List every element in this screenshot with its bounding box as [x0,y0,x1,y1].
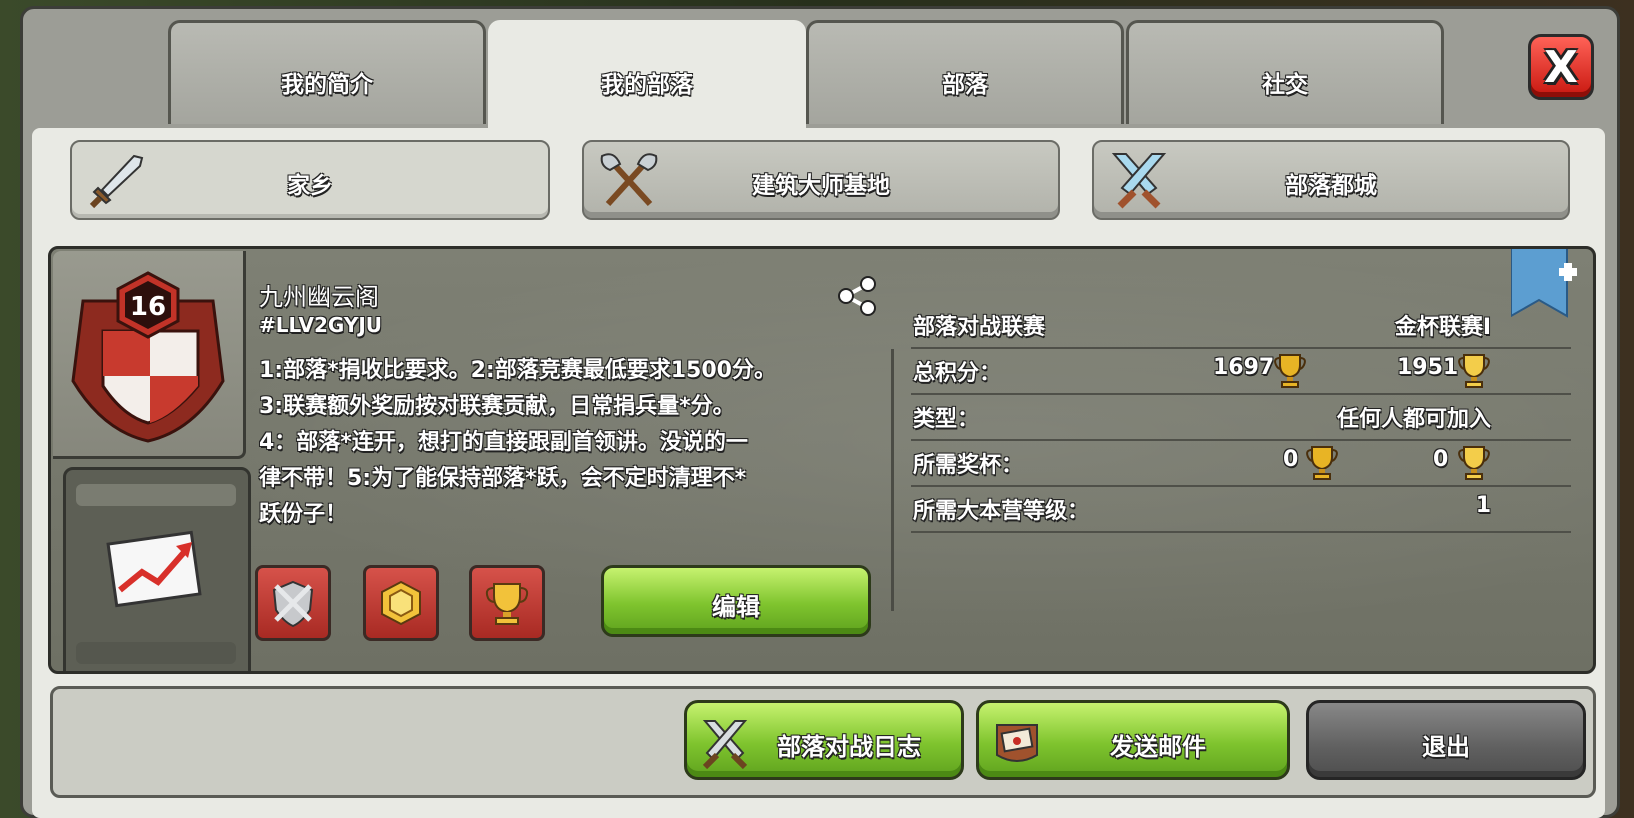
subtab-builder-base[interactable]: 建筑大师基地 [582,140,1060,220]
trophy-icon [1274,354,1306,388]
required-town-hall-label: 所需大本营等级： [913,499,1090,524]
clan-games-button[interactable] [363,565,439,641]
trophy-cup-icon [485,583,529,625]
war-league-value: 金杯联赛I [1394,315,1491,340]
info-row-required-town-hall: 所需大本营等级： 1 [911,485,1571,533]
clan-stats-button[interactable] [63,467,251,671]
description-line: 3:联赛额外奖励按对联赛贡献，日常捐兵量*分。 [259,394,735,419]
leave-clan-button[interactable]: 退出 [1306,700,1586,780]
stats-stripe [76,642,236,664]
stats-stripe [76,484,236,506]
subtab-home-village[interactable]: 家乡 [70,140,550,220]
points-builder-value: 1951 [1397,355,1459,380]
leave-clan-button-label: 退出 [1422,733,1470,761]
required-trophies-builder-value: 0 [1433,447,1449,472]
war-shield-icon [272,580,314,628]
tab-label: 社交 [1262,72,1308,98]
points-label: 总积分： [913,361,1002,386]
info-row-points: 总积分： 1697 1951 [911,347,1571,395]
description-line: 4：部落*连开，想打的直接跟副首领讲。没说的一 [259,430,748,455]
builder-trophy-icon [1458,446,1490,480]
tab-social[interactable]: 社交 [1126,20,1444,124]
points-home-value: 1697 [1213,355,1275,380]
tab-my-clan[interactable]: 我的部落 [488,20,806,130]
chart-icon [106,530,202,608]
description-line: 1:部落*捐收比要求。2:部落竞赛最低要求1500分。 [259,358,776,383]
tab-clans[interactable]: 部落 [806,20,1124,124]
close-button[interactable]: X [1528,34,1594,100]
close-icon: X [1544,41,1578,93]
clan-badge: 16 [71,271,225,443]
clan-trophy-button[interactable] [469,565,545,641]
tab-label: 部落 [942,72,988,98]
send-mail-button-label: 发送邮件 [1110,733,1206,761]
war-log-button-label: 部落对战日志 [777,733,921,761]
subtab-label: 建筑大师基地 [752,173,890,199]
clan-war-button[interactable] [255,565,331,641]
subtab-label: 部落都城 [1285,173,1377,199]
clan-info-panel: 16 九州幽云阁 #LLV2GYJU 1:部落*捐收比要求。2:部落竞赛最低要求… [48,246,1596,674]
description-line: 跃份子！ [259,502,348,527]
share-icon[interactable] [836,274,878,318]
required-trophies-label: 所需奖杯： [913,453,1024,478]
info-row-war-league: 部落对战联赛 金杯联赛I [911,301,1571,349]
trophy-icon [1306,446,1338,480]
war-log-button[interactable]: 部落对战日志 [684,700,964,780]
type-label: 类型： [913,407,980,432]
required-trophies-home-value: 0 [1283,447,1299,472]
tab-label: 我的简介 [281,72,373,98]
tab-my-profile[interactable]: 我的简介 [168,20,486,124]
description-line: 律不带！5:为了能保持部落*跃，会不定时清理不* [259,466,747,491]
required-town-hall-value: 1 [1475,493,1491,518]
info-row-required-trophies: 所需奖杯： 0 0 [911,439,1571,487]
clan-description: 1:部落*捐收比要求。2:部落竞赛最低要求1500分。 3:联赛额外奖励按对联赛… [259,353,849,533]
clan-games-medal-icon [381,580,421,626]
tab-label: 我的部落 [601,72,693,98]
type-value: 任何人都可加入 [1336,407,1491,432]
subtab-clan-capital[interactable]: 部落都城 [1092,140,1570,220]
edit-button-label: 编辑 [712,593,760,621]
vertical-divider [891,349,894,611]
clan-badge-box: 16 [53,251,246,459]
clan-tag: #LLV2GYJU [259,313,383,337]
clan-level: 16 [130,292,166,322]
war-league-label: 部落对战联赛 [913,315,1046,340]
clan-name: 九州幽云阁 [259,283,379,311]
edit-button[interactable]: 编辑 [601,565,871,637]
send-mail-button[interactable]: 发送邮件 [976,700,1290,780]
builder-trophy-icon [1458,354,1490,388]
info-row-type: 类型： 任何人都可加入 [911,393,1571,441]
subtab-label: 家乡 [287,173,333,199]
